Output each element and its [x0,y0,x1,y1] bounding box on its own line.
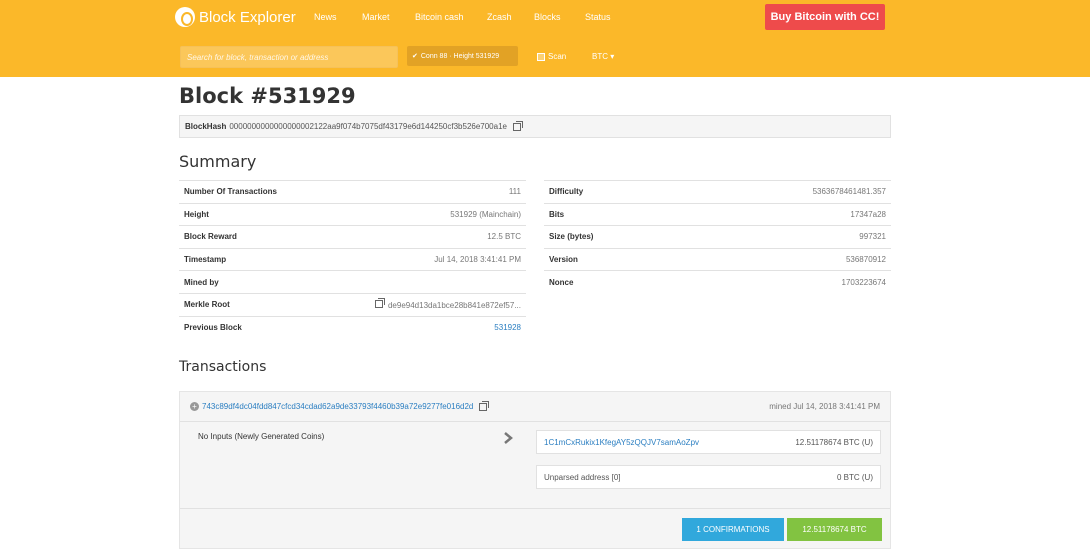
output-address: Unparsed address [0] [544,472,621,482]
total-amount-button[interactable]: 12.51178674 BTC [787,518,882,541]
summary-row: Timestamp Jul 14, 2018 3:41:41 PM [179,247,526,271]
summary-row: Nonce 1703223674 [544,270,891,293]
row-key: Height [184,209,209,219]
previous-block-link[interactable]: 531928 [494,323,521,332]
row-key: Bits [549,209,565,219]
summary-row: Version 536870912 [544,247,891,271]
summary-row: Merkle Root de9e94d13da1bce28b841e872ef57… [179,292,526,316]
merkle-root-value: de9e94d13da1bce28b841e872ef57... [372,297,521,310]
summary-row: Previous Block 531928 [179,315,526,339]
row-value: 17347a28 [850,209,886,219]
transaction-inputs: No Inputs (Newly Generated Coins) [198,432,325,441]
confirmations-button[interactable]: 1 CONFIRMATIONS [682,518,784,541]
transaction-id-link[interactable]: 743c89df4dc04fdd847cfcd34cdad62a9de33793… [202,402,473,411]
row-key: Block Reward [184,232,237,242]
copy-icon[interactable] [374,297,385,308]
summary-row: Block Reward 12.5 BTC [179,225,526,248]
arrow-right-icon [504,432,513,444]
row-value: 1703223674 [841,277,887,287]
mined-time: mined Jul 14, 2018 3:41:41 PM [769,402,880,411]
summary-left: Number Of Transactions 111 Height 531929 (… [179,180,526,338]
search-input[interactable] [187,52,397,62]
transaction-header: + 743c89df4dc04fdd847cfcd34cdad62a9de337… [180,392,890,422]
merkle-root-text: de9e94d13da1bce28b841e872ef57... [387,300,521,310]
row-value: 5363678461481.357 [812,187,886,197]
output-amount: 0 BTC (U) [837,472,873,482]
block-hash-value: 0000000000000000002122aa9f074b7075df4317… [229,122,507,131]
nav-news[interactable]: News [314,12,337,22]
scan-button[interactable]: Scan [537,52,566,61]
block-hash-label: BlockHash [185,122,227,131]
transactions-title: Transactions [179,359,267,375]
row-key: Merkle Root [184,300,230,310]
expand-icon[interactable]: + [190,402,199,411]
summary-row: Difficulty 5363678461481.357 [544,180,891,203]
row-value: 531929 (Mainchain) [450,209,521,219]
transaction-footer: 1 CONFIRMATIONS 12.51178674 BTC [180,508,890,549]
summary-row: Mined by [179,270,526,293]
output-amount: 12.51178674 BTC (U) [795,437,873,447]
nav-status[interactable]: Status [585,12,611,22]
nav-market[interactable]: Market [362,12,390,22]
row-key: Previous Block [184,322,242,332]
scan-icon [537,52,545,61]
row-value: 12.5 BTC [487,232,521,242]
check-icon: ✔ [412,53,418,60]
row-key: Timestamp [184,255,227,265]
row-key: Mined by [184,277,219,287]
nav-bitcoin-cash[interactable]: Bitcoin cash [415,12,464,22]
summary-row: Number Of Transactions 111 [179,180,526,203]
page-title: Block #531929 [179,84,356,108]
row-key: Version [549,255,578,265]
search-box[interactable] [180,46,398,68]
logo[interactable]: Block Explorer [175,5,296,29]
network-status-text: Conn 88 · Height 531929 [420,52,500,60]
row-value: 536870912 [845,255,886,265]
summary-row: Bits 17347a28 [544,202,891,226]
logo-text: Block Explorer [199,8,296,26]
logo-icon [175,7,195,27]
row-key: Size (bytes) [549,232,594,242]
top-header: Block Explorer News Market Bitcoin cash … [0,0,1090,77]
row-value: Jul 14, 2018 3:41:41 PM [434,255,521,265]
copy-icon[interactable] [512,120,523,131]
summary-row: Height 531929 (Mainchain) [179,202,526,226]
row-key: Nonce [549,277,574,287]
transaction-id: + 743c89df4dc04fdd847cfcd34cdad62a9de337… [190,400,490,411]
block-hash-box: BlockHash 0000000000000000002122aa9f074b… [179,115,891,138]
transaction-card: + 743c89df4dc04fdd847cfcd34cdad62a9de337… [179,391,891,549]
row-value: 111 [508,187,521,197]
output-row: Unparsed address [0] 0 BTC (U) [536,465,881,489]
output-row: 1C1mCxRukix1KfegAY5zQQJV7samAoZpv 12.511… [536,430,881,454]
network-status-pill[interactable]: ✔ Conn 88 · Height 531929 [407,46,518,66]
summary-title: Summary [179,152,257,171]
buy-bitcoin-button[interactable]: Buy Bitcoin with CC! [765,4,885,30]
output-address[interactable]: 1C1mCxRukix1KfegAY5zQQJV7samAoZpv [544,438,699,447]
copy-icon[interactable] [479,400,490,411]
summary-right: Difficulty 5363678461481.357 Bits 17347a28… [544,180,891,293]
row-value: 997321 [859,232,886,242]
nav-blocks[interactable]: Blocks [534,12,561,22]
scan-label: Scan [548,52,567,61]
nav-zcash[interactable]: Zcash [487,12,512,22]
row-key: Number Of Transactions [184,187,277,197]
summary-row: Size (bytes) 997321 [544,225,891,248]
currency-select[interactable]: BTC ▾ [592,52,614,61]
row-key: Difficulty [549,187,584,197]
